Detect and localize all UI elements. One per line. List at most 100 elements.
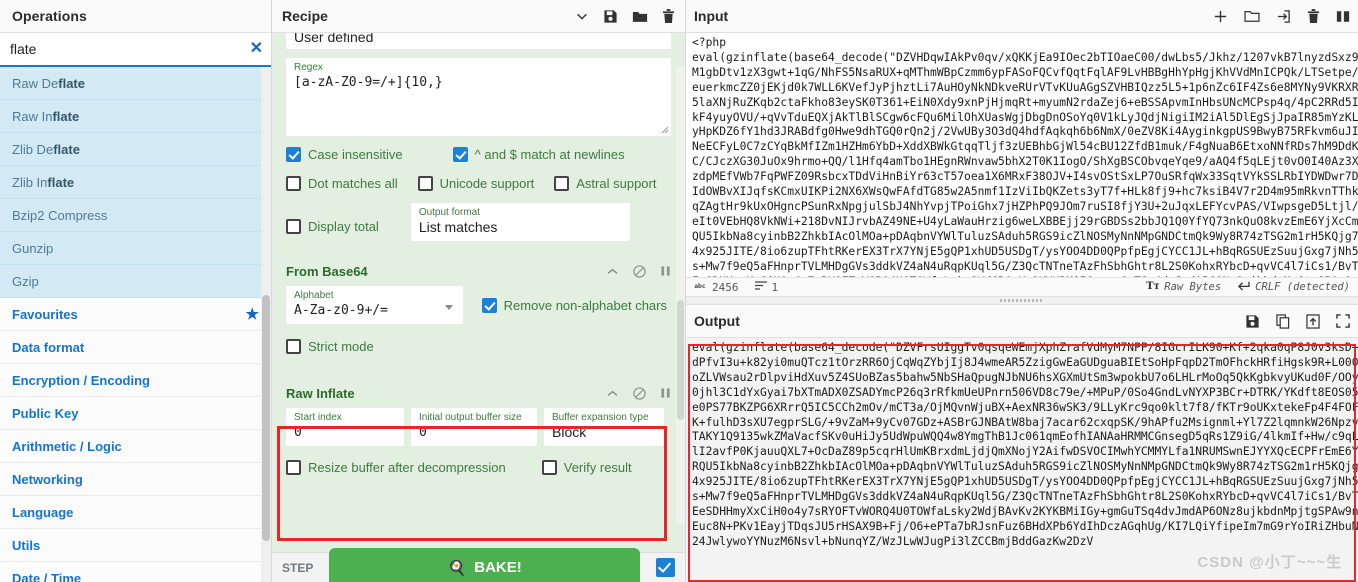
collapse-icon[interactable] (606, 267, 619, 276)
breakpoint-icon[interactable] (660, 387, 671, 399)
display-total-checkbox[interactable]: Display total (286, 203, 379, 241)
chevron-down-icon[interactable] (444, 305, 453, 310)
checkbox-box (286, 147, 301, 162)
strict-mode-checkbox[interactable]: Strict mode (286, 339, 374, 354)
dot-matches-all-checkbox[interactable]: Dot matches all (286, 176, 398, 191)
maximise-output-icon[interactable] (1336, 314, 1350, 328)
from-base64-header: From Base64 (286, 260, 671, 282)
output-textarea[interactable]: eval(gzinflate(base64_decode("DZVFrsUIgg… (686, 338, 1358, 582)
open-file-icon[interactable] (1276, 9, 1291, 24)
output-format-select[interactable]: Output format List matches (410, 203, 630, 241)
operations-pane: Operations ✕ Raw Deflate Raw Inflate Zli… (0, 0, 272, 582)
input-encoding-group[interactable]: Tт Raw Bytes (1146, 280, 1221, 294)
recipe-scrollbar-thumb[interactable] (677, 300, 684, 420)
verify-result-checkbox[interactable]: Verify result (541, 460, 632, 475)
sidebar-item-favourites[interactable]: Favourites ★ (0, 298, 271, 331)
resize-buffer-checkbox[interactable]: Resize buffer after decompression (286, 460, 506, 475)
recipe-op-regex[interactable]: User defined Regex [a-zA-Z0-9=/+]{10,} C… (272, 33, 685, 249)
category-label: Public Key (12, 405, 79, 421)
maximise-icon[interactable] (1336, 10, 1350, 23)
recipe-op-raw-inflate[interactable]: Raw Inflate Start index 0 Initial output… (272, 378, 685, 483)
operations-scrollbar[interactable] (261, 67, 271, 582)
list-item[interactable]: Raw Inflate (0, 100, 271, 133)
sidebar-item-arithmetic-logic[interactable]: Arithmetic / Logic (0, 430, 271, 463)
checkbox-box (286, 460, 301, 475)
category-label: Language (12, 504, 74, 520)
output-header: Output (686, 305, 1358, 338)
regex-value: [a-zA-Z0-9=/+]{10,} (294, 75, 443, 90)
checkbox-box (541, 460, 557, 475)
sidebar-item-encryption-encoding[interactable]: Encryption / Encoding (0, 364, 271, 397)
built-in-regexes-field[interactable]: User defined (286, 33, 671, 49)
alphabet-label: Alphabet (294, 290, 334, 301)
sidebar-item-data-format[interactable]: Data format (0, 331, 271, 364)
search-input[interactable] (0, 33, 271, 65)
lines-icon (754, 280, 767, 294)
recipe-title: Recipe (282, 8, 328, 24)
checkbox-box (452, 147, 468, 162)
operations-search[interactable]: ✕ (0, 33, 271, 67)
op-match: flate (52, 109, 80, 124)
buffer-expansion-type-value: Block (552, 424, 587, 440)
bake-button[interactable]: 🍳 BAKE! (329, 547, 640, 582)
category-label: Data format (12, 339, 85, 355)
initial-buffer-size-value: 0 (419, 425, 427, 440)
operation-title: From Base64 (286, 263, 368, 279)
list-item[interactable]: Bzip2 Compress (0, 199, 271, 232)
op-pre: Raw De (12, 76, 59, 91)
sidebar-item-utils[interactable]: Utils (0, 529, 271, 562)
chef-hat-icon: 🍳 (447, 559, 467, 577)
replace-input-icon[interactable] (1306, 313, 1320, 329)
close-icon[interactable]: ✕ (250, 41, 263, 57)
unicode-support-checkbox[interactable]: Unicode support (417, 176, 534, 191)
buffer-expansion-type-select[interactable]: Buffer expansion type Block (544, 408, 664, 446)
input-lineending-group[interactable]: CRLF (detected) (1237, 280, 1350, 294)
copy-output-icon[interactable] (1276, 313, 1290, 329)
add-tab-icon[interactable] (1213, 9, 1228, 24)
sidebar-item-language[interactable]: Language (0, 496, 271, 529)
start-index-field[interactable]: Start index 0 (286, 408, 404, 446)
operations-scrollbar-thumb[interactable] (262, 295, 270, 541)
input-textarea[interactable]: <?php eval(gzinflate(base64_decode("DZVH… (686, 33, 1358, 277)
sidebar-item-date-time[interactable]: Date / Time (0, 562, 271, 582)
op-pre: Gzip (12, 274, 39, 289)
save-recipe-icon[interactable] (603, 9, 618, 24)
case-insensitive-checkbox[interactable]: Case insensitive (286, 147, 403, 162)
recipe-scrollbar[interactable] (676, 66, 685, 524)
recipe-op-from-base64[interactable]: From Base64 Alphabet A-Za-z0-9+/= Remove… (272, 256, 685, 362)
auto-bake-checkbox[interactable] (656, 558, 675, 577)
collapse-icon[interactable] (606, 389, 619, 398)
disable-operation-icon[interactable] (633, 264, 646, 278)
remove-nonalphabet-checkbox[interactable]: Remove non-alphabet chars (481, 297, 667, 313)
op-match: flate (58, 76, 85, 91)
operations-title: Operations (0, 0, 271, 33)
checkbox-label: Remove non-alphabet chars (503, 297, 667, 313)
save-output-icon[interactable] (1245, 314, 1260, 329)
open-folder-icon[interactable] (1244, 9, 1260, 23)
breakpoint-icon[interactable] (660, 265, 671, 277)
step-button[interactable]: STEP (282, 561, 313, 575)
list-item[interactable]: Gunzip (0, 232, 271, 265)
list-item[interactable]: Zlib Inflate (0, 166, 271, 199)
operations-title-label: Operations (12, 7, 87, 24)
sidebar-item-networking[interactable]: Networking (0, 463, 271, 496)
alphabet-select[interactable]: Alphabet A-Za-z0-9+/= (286, 286, 463, 324)
multiline-checkbox[interactable]: ^ and $ match at newlines (452, 147, 625, 162)
chevron-down-icon[interactable] (575, 9, 589, 23)
op-pre: Gunzip (12, 241, 54, 256)
list-item[interactable]: Raw Deflate (0, 67, 271, 100)
list-item[interactable]: Zlib Deflate (0, 133, 271, 166)
io-splitter[interactable] (686, 296, 1358, 305)
clear-recipe-icon[interactable] (662, 8, 675, 24)
initial-buffer-size-field[interactable]: Initial output buffer size 0 (411, 408, 537, 446)
astral-support-checkbox[interactable]: Astral support (554, 176, 656, 191)
list-item[interactable]: Gzip (0, 265, 271, 298)
recipe-pane: Recipe User defined Regex [a-zA-Z0-9=/+]… (272, 0, 686, 582)
sidebar-item-public-key[interactable]: Public Key (0, 397, 271, 430)
alphabet-value: A-Za-z0-9+/= (294, 303, 388, 318)
load-recipe-icon[interactable] (632, 9, 648, 24)
regex-field[interactable]: Regex [a-zA-Z0-9=/+]{10,} (286, 58, 671, 136)
disable-operation-icon[interactable] (633, 386, 646, 400)
resize-handle-icon[interactable] (659, 124, 669, 134)
clear-input-icon[interactable] (1307, 8, 1320, 24)
